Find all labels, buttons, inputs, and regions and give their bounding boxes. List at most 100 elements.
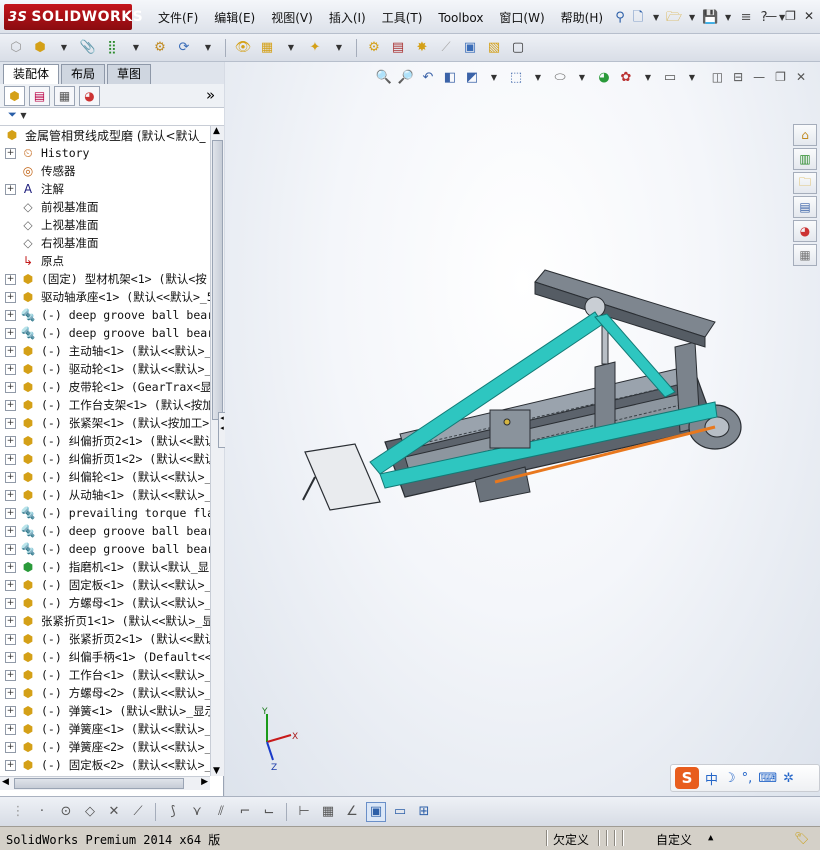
edit-appearance-icon[interactable]: ◕ xyxy=(595,68,613,86)
tree-item[interactable]: + ⬢ (-) 工作台支架<1> (默认<按加 xyxy=(0,396,210,414)
expand-toggle-icon[interactable]: + xyxy=(5,687,16,699)
expand-toggle-icon[interactable]: + xyxy=(5,633,16,645)
tree-horizontal-scrollbar[interactable]: ◀ ▶ xyxy=(0,776,210,790)
expand-toggle-icon[interactable]: + xyxy=(5,507,16,519)
interference-detection-icon[interactable]: ▣ xyxy=(460,38,480,58)
tree-item[interactable]: ◇ 右视基准面 xyxy=(0,234,210,252)
menu-toolbox[interactable]: Toolbox xyxy=(430,9,491,27)
new-motion-study-icon[interactable]: ⚙ xyxy=(364,38,384,58)
solidworks-resources-icon[interactable]: ⌂ xyxy=(793,124,817,146)
menu-edit[interactable]: 编辑(E) xyxy=(206,9,263,27)
tree-item[interactable]: ◇ 前视基准面 xyxy=(0,198,210,216)
tree-item[interactable]: + 🔩 (-) deep groove ball bearing xyxy=(0,324,210,342)
angle-icon[interactable]: ∠ xyxy=(342,802,362,822)
dynamic-annotation-icon[interactable]: ◩ xyxy=(463,68,481,86)
belt-grinder-model[interactable] xyxy=(295,252,755,512)
tree-item[interactable]: + ⬢ (固定) 型材机架<1> (默认<按 xyxy=(0,270,210,288)
expand-toggle-icon[interactable]: + xyxy=(5,399,16,411)
smart-fasteners-icon[interactable]: ⚙ xyxy=(150,38,170,58)
mate-icon[interactable]: 📎 xyxy=(78,38,98,58)
tree-item[interactable]: + ⬢ (-) 纠偏轮<1> (默认<<默认>_5 xyxy=(0,468,210,486)
expand-toggle-icon[interactable]: + xyxy=(5,327,16,339)
menu-insert[interactable]: 插入(I) xyxy=(321,9,374,27)
save-icon[interactable]: 💾 xyxy=(701,9,719,27)
tree-item[interactable]: + ⬢ (-) 固定板<2> (默认<<默认>_5 xyxy=(0,756,210,774)
dropdown-arrow-icon[interactable]: ▼ xyxy=(683,9,701,27)
tree-item[interactable]: + 🔩 (-) prevailing torque flange xyxy=(0,504,210,522)
restore-icon[interactable]: ❐ xyxy=(785,9,796,23)
tree-item[interactable]: + ⬢ (-) 纠偏手柄<1> (Default<<De xyxy=(0,648,210,666)
dropdown-arrow-icon[interactable]: ▼ xyxy=(281,38,301,58)
point-icon[interactable]: · xyxy=(32,802,52,822)
expand-toggle-icon[interactable]: + xyxy=(5,651,16,663)
tree-item[interactable]: + 🔩 (-) deep groove ball bearing xyxy=(0,540,210,558)
mirror-icon[interactable]: ⫽ xyxy=(211,802,231,822)
insert-component-icon[interactable]: ⬡ xyxy=(6,38,26,58)
solidworks-logo[interactable]: 3S SOLIDWORKS xyxy=(4,4,143,30)
explode-line-sketch-icon[interactable]: ⟋ xyxy=(436,38,456,58)
expand-toggle-icon[interactable]: + xyxy=(5,489,16,501)
tree-item[interactable]: + ⬢ (-) 方螺母<2> (默认<<默认>_5 xyxy=(0,684,210,702)
doc-close-icon[interactable]: ✕ xyxy=(796,70,806,84)
configuration-manager-icon[interactable]: ▦ xyxy=(54,85,75,106)
scroll-up-icon[interactable]: ▲ xyxy=(213,126,220,136)
open-folder-icon[interactable]: 🗁 xyxy=(665,9,683,27)
expand-toggle-icon[interactable]: + xyxy=(5,273,16,285)
tree-item[interactable]: + ⬢ (-) 弹簧座<2> (默认<<默认>_5 xyxy=(0,738,210,756)
status-units[interactable]: 自定义 xyxy=(656,831,692,848)
zoom-to-area-icon[interactable]: 🔎 xyxy=(397,68,415,86)
appearances-icon[interactable]: ◕ xyxy=(793,220,817,242)
circle-icon[interactable]: ⊙ xyxy=(56,802,76,822)
expand-toggle-icon[interactable]: + xyxy=(5,615,16,627)
ime-logo[interactable]: S xyxy=(675,767,699,789)
expand-toggle-icon[interactable]: + xyxy=(5,435,16,447)
expand-panel-icon[interactable]: » xyxy=(206,86,215,104)
move-component-icon[interactable]: ⟳ xyxy=(174,38,194,58)
expand-toggle-icon[interactable]: + xyxy=(5,669,16,681)
tree-item[interactable]: + ⬢ (-) 张紧架<1> (默认<按加工> xyxy=(0,414,210,432)
tree-vertical-scrollbar[interactable]: ▲ ▼ xyxy=(210,126,224,776)
tree-item[interactable]: + ⬢ (-) 张紧折页2<1> (默认<<默认 xyxy=(0,630,210,648)
expand-toggle-icon[interactable]: + xyxy=(5,741,16,753)
expand-toggle-icon[interactable]: + xyxy=(5,723,16,735)
expand-toggle-icon[interactable]: + xyxy=(5,561,16,573)
convert-entities-icon[interactable]: ⟆ xyxy=(163,802,183,822)
pin-icon[interactable]: ⚲ xyxy=(611,9,629,27)
close-icon[interactable]: ✕ xyxy=(804,9,814,23)
expand-toggle-icon[interactable]: + xyxy=(5,471,16,483)
expand-toggle-icon[interactable]: + xyxy=(5,363,16,375)
tree-item[interactable]: + ⬢ (-) 驱动轮<1> (默认<<默认>_5 xyxy=(0,360,210,378)
hole-alignment-icon[interactable]: ▢ xyxy=(508,38,528,58)
tree-item[interactable]: + ⬢ 驱动轴承座<1> (默认<<默认>_5 xyxy=(0,288,210,306)
property-manager-icon[interactable]: ▤ xyxy=(29,85,50,106)
dropdown-arrow-icon[interactable]: ▼ xyxy=(647,9,665,27)
grid-icon[interactable]: ▦ xyxy=(318,802,338,822)
scroll-thumb[interactable] xyxy=(14,778,184,789)
ime-toolbar[interactable]: S 中 ☽ °, ⌨ ✲ xyxy=(670,764,820,792)
tree-item[interactable]: + ⬢ (-) 主动轴<1> (默认<<默认>_5 xyxy=(0,342,210,360)
fillet-icon[interactable]: ⌐ xyxy=(235,802,255,822)
zoom-to-fit-icon[interactable]: 🔍 xyxy=(375,68,393,86)
tab-sketch[interactable]: 草图 xyxy=(107,64,152,84)
dropdown-arrow-icon[interactable]: ▼ xyxy=(54,38,74,58)
scroll-down-icon[interactable]: ▼ xyxy=(213,766,220,776)
tree-item[interactable]: + ⬢ (-) 弹簧<1> (默认<默认>_显示 xyxy=(0,702,210,720)
clearance-verification-icon[interactable]: ▧ xyxy=(484,38,504,58)
tree-filter[interactable]: ⏷ ▼ xyxy=(0,108,224,126)
expand-toggle-icon[interactable]: + xyxy=(5,309,16,321)
view-orientation-icon[interactable]: ⬚ xyxy=(507,68,525,86)
dropdown-arrow-icon[interactable]: ▼ xyxy=(198,38,218,58)
expand-toggle-icon[interactable]: + xyxy=(5,147,16,159)
expand-toggle-icon[interactable]: + xyxy=(5,453,16,465)
dropdown-arrow-icon[interactable]: ▼ xyxy=(719,9,737,27)
dropdown-arrow-icon[interactable]: ▼ xyxy=(683,68,701,86)
tree-item[interactable]: + A 注解 xyxy=(0,180,210,198)
section-view-icon[interactable]: ◧ xyxy=(441,68,459,86)
expand-toggle-icon[interactable]: + xyxy=(5,291,16,303)
show-hidden-icon[interactable]: 👁 xyxy=(233,38,253,58)
expand-toggle-icon[interactable]: + xyxy=(5,543,16,555)
split-vertical-icon[interactable]: ⊟ xyxy=(733,70,743,84)
display-style-icon[interactable]: ⬭ xyxy=(551,68,569,86)
tree-item[interactable]: + ⬢ (-) 弹簧座<1> (默认<<默认>_5 xyxy=(0,720,210,738)
polygon-icon[interactable]: ◇ xyxy=(80,802,100,822)
